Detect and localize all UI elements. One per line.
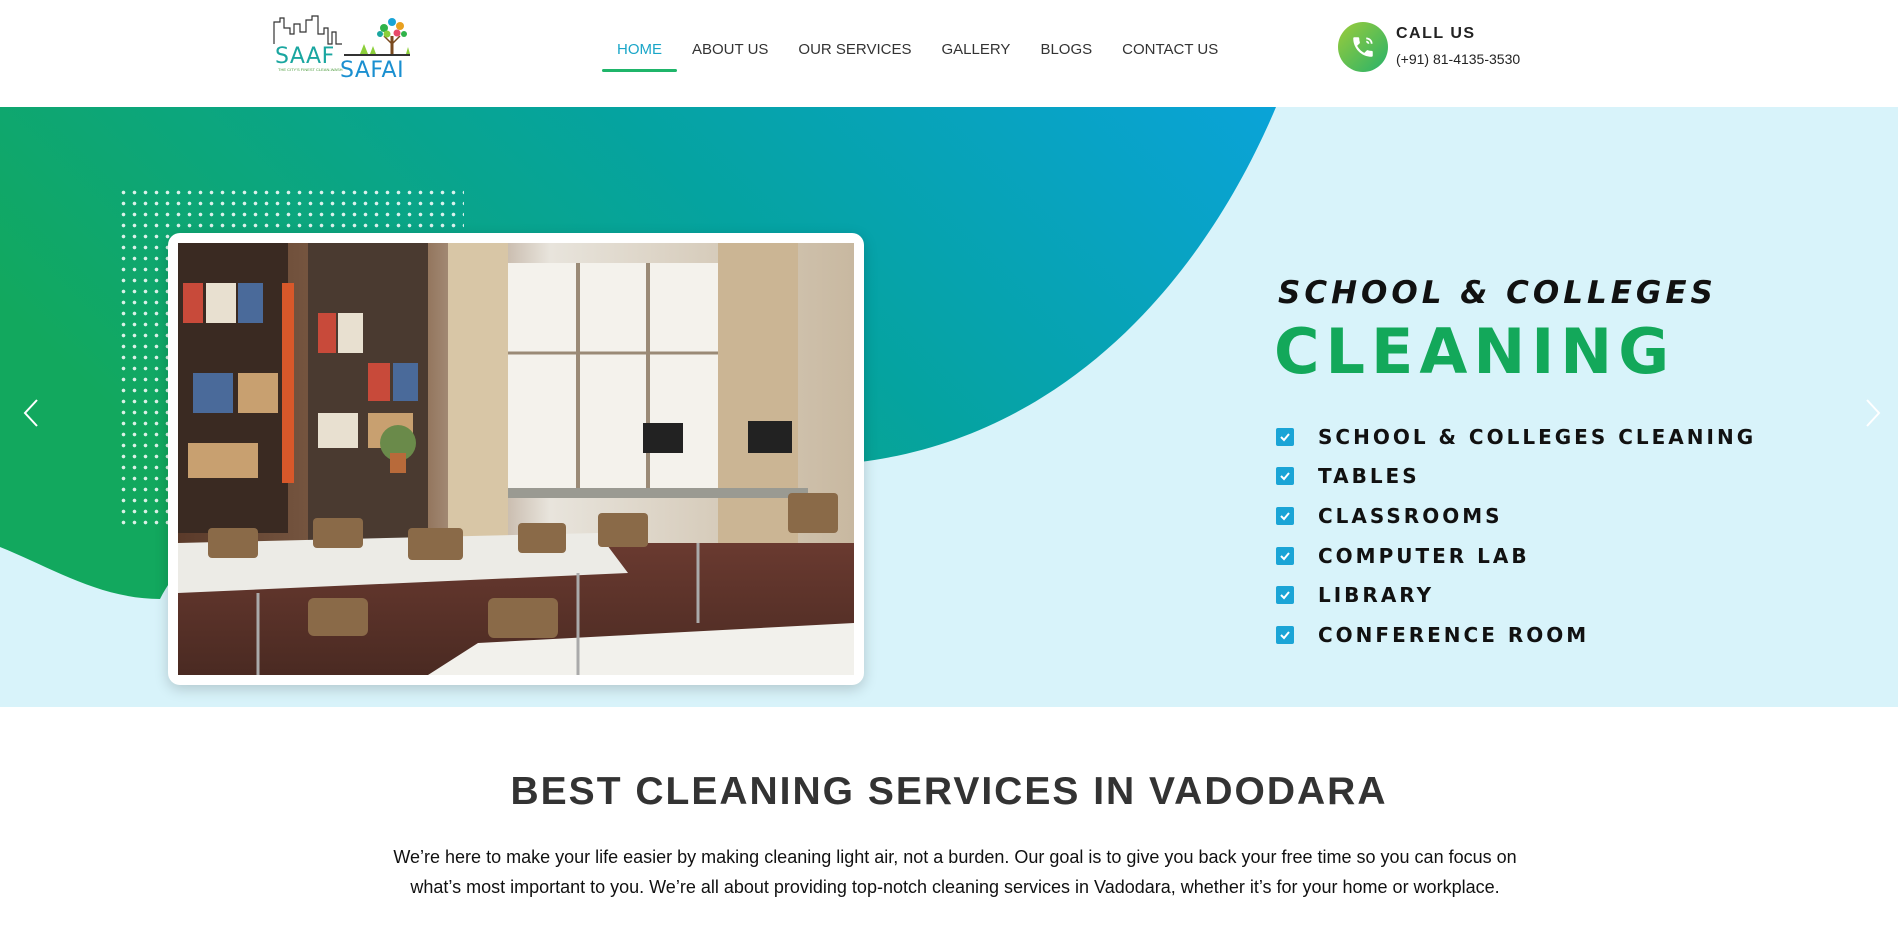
site-header: SAAF SAFAI THE CITY'S FINEST CLEAN-WASH … — [0, 0, 1898, 107]
section-heading: BEST CLEANING SERVICES IN VADODARA — [510, 770, 1388, 813]
logo-text-safai: SAFAI — [340, 58, 405, 83]
list-item: COMPUTER LAB — [1276, 536, 1756, 576]
site-logo[interactable]: SAAF SAFAI THE CITY'S FINEST CLEAN-WASH — [272, 14, 412, 84]
hero-title: CLEANING — [1274, 315, 1676, 388]
checkbox-icon — [1276, 625, 1294, 644]
main-nav: HOME ABOUT US OUR SERVICES GALLERY BLOGS… — [602, 34, 1233, 72]
nav-blogs[interactable]: BLOGS — [1025, 34, 1107, 72]
nav-home[interactable]: HOME — [602, 34, 677, 72]
call-us-number[interactable]: (+91) 81-4135-3530 — [1396, 51, 1520, 67]
list-item-label: TABLES — [1318, 464, 1420, 489]
classroom-photo — [178, 243, 854, 675]
list-item: CLASSROOMS — [1276, 496, 1756, 536]
section-intro-text: We’re here to make your life easier by m… — [393, 847, 1517, 897]
checkbox-icon — [1276, 546, 1294, 565]
nav-contact-us[interactable]: CONTACT US — [1107, 34, 1233, 72]
chevron-right-icon — [1866, 399, 1881, 427]
phone-icon[interactable] — [1338, 22, 1388, 72]
logo-text-saaf: SAAF — [275, 44, 335, 69]
nav-about-us[interactable]: ABOUT US — [677, 34, 783, 72]
slider-prev-button[interactable] — [16, 393, 46, 433]
nav-our-services[interactable]: OUR SERVICES — [783, 34, 926, 72]
chevron-left-icon — [23, 399, 38, 427]
list-item: LIBRARY — [1276, 575, 1756, 615]
list-item-label: CONFERENCE ROOM — [1318, 622, 1590, 647]
hero-subtitle: SCHOOL & COLLEGES — [1278, 275, 1717, 311]
nav-gallery[interactable]: GALLERY — [927, 34, 1026, 72]
list-item: TABLES — [1276, 457, 1756, 497]
hero-image-frame — [168, 233, 864, 685]
list-item-label: SCHOOL & COLLEGES CLEANING — [1318, 424, 1757, 449]
hero-slider: SCHOOL & COLLEGES CLEANING SCHOOL & COLL… — [0, 107, 1898, 707]
slider-next-button[interactable] — [1858, 393, 1888, 433]
checkbox-icon — [1276, 506, 1294, 525]
call-us-title: CALL US — [1396, 25, 1476, 42]
list-item-label: COMPUTER LAB — [1318, 543, 1530, 568]
checkbox-icon — [1276, 586, 1294, 605]
list-item: CONFERENCE ROOM — [1276, 615, 1756, 655]
hero-service-list: SCHOOL & COLLEGES CLEANING TABLES CLASSR… — [1276, 417, 1756, 655]
checkbox-icon — [1276, 467, 1294, 486]
list-item-label: LIBRARY — [1318, 583, 1435, 608]
list-item: SCHOOL & COLLEGES CLEANING — [1276, 417, 1756, 457]
checkbox-icon — [1276, 427, 1294, 446]
logo-tagline: THE CITY'S FINEST CLEAN-WASH — [278, 67, 343, 72]
list-item-label: CLASSROOMS — [1318, 503, 1503, 528]
